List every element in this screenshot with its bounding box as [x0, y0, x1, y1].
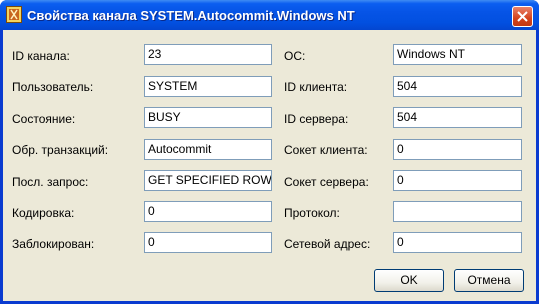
client-id-label: ID клиента: — [284, 80, 348, 94]
transaction-mode-field[interactable]: Autocommit — [144, 139, 272, 160]
state-label: Состояние: — [12, 112, 76, 126]
os-field[interactable]: Windows NT — [393, 44, 522, 65]
client-socket-field[interactable]: 0 — [393, 139, 522, 160]
last-request-label: Посл. запрос: — [12, 175, 89, 189]
last-request-field[interactable]: GET SPECIFIED ROW — [144, 170, 272, 191]
channel-id-label: ID канала: — [12, 49, 70, 63]
network-address-label: Сетевой адрес: — [284, 237, 371, 251]
dialog-window: Свойства канала SYSTEM.Autocommit.Window… — [0, 0, 539, 304]
channel-id-field[interactable]: 23 — [144, 44, 272, 65]
locked-field[interactable]: 0 — [144, 232, 272, 253]
server-socket-field[interactable]: 0 — [393, 170, 522, 191]
client-socket-label: Сокет клиента: — [284, 143, 368, 157]
user-field[interactable]: SYSTEM — [144, 76, 272, 97]
window-title: Свойства канала SYSTEM.Autocommit.Window… — [27, 8, 355, 23]
encoding-label: Кодировка: — [12, 206, 75, 220]
user-label: Пользователь: — [12, 80, 94, 94]
locked-label: Заблокирован: — [12, 237, 95, 251]
client-id-field[interactable]: 504 — [393, 76, 522, 97]
network-address-field[interactable]: 0 — [393, 232, 522, 253]
encoding-field[interactable]: 0 — [144, 201, 272, 222]
os-label: ОС: — [284, 49, 306, 63]
dialog-body: ID канала: 23 Пользователь: SYSTEM Состо… — [3, 30, 536, 301]
app-icon[interactable] — [6, 6, 22, 23]
close-button[interactable] — [512, 6, 533, 27]
server-socket-label: Сокет сервера: — [284, 175, 369, 189]
state-field[interactable]: BUSY — [144, 107, 272, 128]
server-id-field[interactable]: 504 — [393, 107, 522, 128]
ok-button[interactable]: OK — [374, 269, 444, 292]
server-id-label: ID сервера: — [284, 112, 349, 126]
title-bar[interactable]: Свойства канала SYSTEM.Autocommit.Window… — [0, 0, 539, 30]
protocol-field[interactable] — [393, 201, 522, 222]
cancel-button[interactable]: Отмена — [454, 269, 524, 292]
protocol-label: Протокол: — [284, 206, 340, 220]
close-icon — [517, 11, 528, 22]
transaction-mode-label: Обр. транзакций: — [12, 143, 109, 157]
